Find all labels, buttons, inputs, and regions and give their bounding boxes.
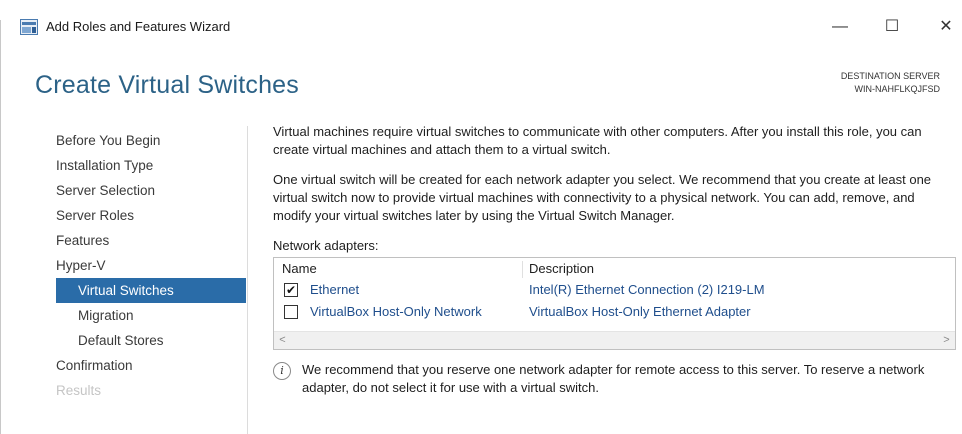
column-separator[interactable] <box>522 261 523 278</box>
wizard-window: Add Roles and Features Wizard — ☐ ✕ Crea… <box>0 0 962 434</box>
adapter-checkbox-ethernet[interactable]: ✔ <box>284 283 298 297</box>
content-area: Virtual machines require virtual switche… <box>273 123 948 267</box>
adapter-description: Intel(R) Ethernet Connection (2) I219-LM <box>529 282 765 297</box>
adapter-name: Ethernet <box>310 282 360 297</box>
intro-paragraph: Virtual machines require virtual switche… <box>273 124 922 157</box>
window-title: Add Roles and Features Wizard <box>46 19 231 34</box>
wizard-nav: Before You Begin Installation Type Serve… <box>56 128 246 403</box>
title-bar: Add Roles and Features Wizard — ☐ ✕ <box>0 0 962 46</box>
nav-item-server-selection[interactable]: Server Selection <box>56 178 246 203</box>
server-manager-icon <box>20 19 38 35</box>
nav-item-virtual-switches[interactable]: Virtual Switches <box>56 278 246 303</box>
nav-item-before-you-begin[interactable]: Before You Begin <box>56 128 246 153</box>
nav-item-installation-type[interactable]: Installation Type <box>56 153 246 178</box>
network-adapters-table: Name Description ✔ Ethernet Intel(R) Eth… <box>273 257 956 350</box>
destination-server-name: WIN-NAHFLKQJFSD <box>854 84 941 94</box>
adapter-name: VirtualBox Host-Only Network <box>310 304 482 319</box>
column-header-name[interactable]: Name <box>282 258 317 280</box>
nav-item-confirmation[interactable]: Confirmation <box>56 353 246 378</box>
nav-divider <box>247 126 248 434</box>
adapter-description: VirtualBox Host-Only Ethernet Adapter <box>529 304 751 319</box>
window-left-edge <box>0 20 6 434</box>
horizontal-scrollbar[interactable]: < > <box>274 331 955 349</box>
page-title: Create Virtual Switches <box>35 71 299 99</box>
nav-item-migration[interactable]: Migration <box>56 303 246 328</box>
nav-item-server-roles[interactable]: Server Roles <box>56 203 246 228</box>
adapter-checkbox-virtualbox[interactable] <box>284 305 298 319</box>
table-row[interactable]: VirtualBox Host-Only Network VirtualBox … <box>274 301 955 322</box>
network-adapters-label: Network adapters: <box>273 238 379 253</box>
column-header-description[interactable]: Description <box>529 258 594 280</box>
info-note: i We recommend that you reserve one netw… <box>273 361 953 397</box>
scroll-right-button[interactable]: > <box>938 332 955 349</box>
maximize-button[interactable]: ☐ <box>872 12 912 42</box>
nav-item-features[interactable]: Features <box>56 228 246 253</box>
info-icon: i <box>273 362 291 380</box>
table-row[interactable]: ✔ Ethernet Intel(R) Ethernet Connection … <box>274 279 955 300</box>
nav-item-results: Results <box>56 383 102 398</box>
nav-item-default-stores[interactable]: Default Stores <box>56 328 246 353</box>
details-paragraph: One virtual switch will be created for e… <box>273 172 932 223</box>
info-text: We recommend that you reserve one networ… <box>302 362 925 395</box>
nav-item-hyper-v[interactable]: Hyper-V <box>56 253 246 278</box>
minimize-button[interactable]: — <box>820 12 860 42</box>
close-button[interactable]: ✕ <box>926 12 962 42</box>
destination-label: DESTINATION SERVER <box>840 71 940 81</box>
destination-server-info: DESTINATION SERVER WIN-NAHFLKQJFSD <box>841 70 940 96</box>
scroll-left-button[interactable]: < <box>274 332 291 349</box>
